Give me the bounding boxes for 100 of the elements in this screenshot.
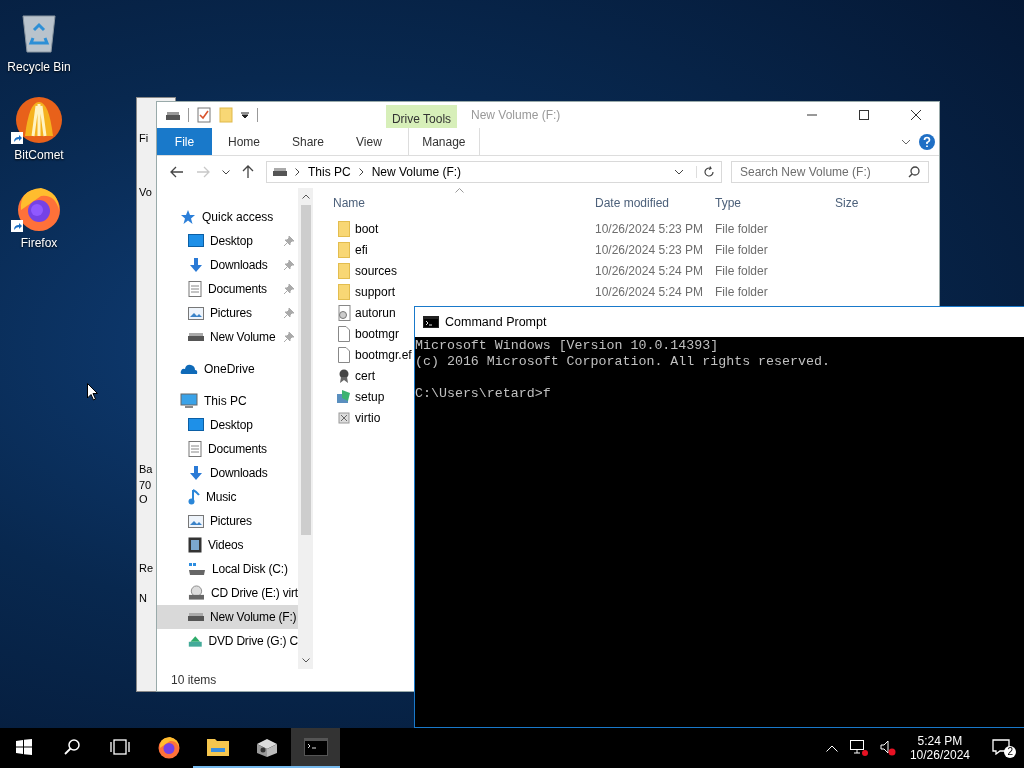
properties-icon[interactable]: [197, 107, 211, 123]
chevron-right-icon[interactable]: [295, 168, 300, 176]
scroll-down-icon[interactable]: [301, 658, 310, 663]
refresh-icon[interactable]: [696, 166, 715, 178]
chevron-down-icon[interactable]: [901, 138, 911, 145]
file-name[interactable]: sources: [355, 263, 398, 278]
drive-icon: [188, 613, 204, 621]
nav-item[interactable]: Desktop: [157, 229, 298, 253]
file-type: File folder: [715, 221, 768, 236]
clock-date[interactable]: 10/26/2024: [909, 748, 970, 762]
settings-file-icon: [337, 304, 351, 321]
address-bar[interactable]: This PC New Volume (F:): [266, 161, 722, 183]
picture-icon: [188, 514, 204, 528]
file-name[interactable]: support: [355, 284, 396, 299]
ribbon-tab[interactable]: Manage: [407, 128, 480, 155]
breadcrumb[interactable]: New Volume (F:): [371, 165, 462, 179]
nav-item[interactable]: Pictures: [157, 509, 298, 533]
context-tab-header: Drive Tools: [391, 112, 452, 126]
nav-item[interactable]: DVD Drive (G:) C: [157, 629, 298, 653]
chevron-down-icon[interactable]: [222, 169, 230, 175]
chevron-up-icon[interactable]: [825, 744, 838, 752]
ribbon-tab[interactable]: File: [157, 128, 212, 155]
monitor-icon: [180, 393, 198, 409]
column-header[interactable]: Type: [715, 196, 741, 210]
window-text: Fi: [139, 132, 149, 144]
folder-icon: [338, 220, 350, 237]
file-name[interactable]: setup: [355, 389, 385, 404]
notification-button[interactable]: 2: [978, 728, 1024, 768]
film-icon: [188, 537, 202, 553]
file-name[interactable]: boot: [355, 221, 379, 236]
down-arrow-icon: [188, 465, 204, 481]
file-date: 10/26/2024 5:24 PM: [595, 284, 704, 299]
folder-icon: [338, 262, 350, 279]
app-icon: [338, 411, 350, 424]
nav-item[interactable]: Local Disk (C:): [157, 557, 298, 581]
status-text: 10 items: [171, 673, 217, 687]
desktop-icon-label[interactable]: BitComet: [14, 148, 64, 162]
chevron-right-icon[interactable]: [358, 168, 364, 176]
file-name[interactable]: autorun: [355, 305, 396, 320]
nav-item[interactable]: CD Drive (E:) virt: [157, 581, 298, 605]
nav-item[interactable]: OneDrive: [157, 357, 298, 381]
nav-item[interactable]: Videos: [157, 533, 298, 557]
column-header[interactable]: Name: [333, 196, 365, 210]
back-arrow-icon[interactable]: [170, 166, 184, 178]
taskbar-app-button[interactable]: [291, 728, 340, 768]
column-header[interactable]: Size: [835, 196, 859, 210]
column-header[interactable]: Date modified: [595, 196, 670, 210]
star-icon: [180, 209, 196, 225]
window-title: Command Prompt: [445, 315, 547, 329]
nav-item[interactable]: Music: [157, 485, 298, 509]
message-icon: [992, 739, 1010, 755]
window-text: Ba: [139, 463, 153, 475]
file-name[interactable]: efi: [355, 242, 368, 257]
nav-item[interactable]: Downloads: [157, 253, 298, 277]
nav-item[interactable]: Documents: [157, 277, 298, 301]
file-name[interactable]: bootmgr: [355, 326, 400, 341]
muted-speaker-icon[interactable]: [879, 740, 896, 756]
up-arrow-icon[interactable]: [242, 165, 254, 179]
search-field[interactable]: Search New Volume (F:): [731, 161, 929, 183]
close-icon[interactable]: [911, 110, 921, 120]
breadcrumb[interactable]: This PC: [308, 165, 351, 179]
ribbon-tab[interactable]: View: [340, 128, 398, 155]
notification-count: 2: [1004, 746, 1016, 758]
help-icon[interactable]: [919, 133, 935, 150]
dropdown-icon[interactable]: [241, 110, 249, 120]
desktop-icon: [188, 418, 204, 432]
file-type: File folder: [715, 263, 768, 278]
nav-item[interactable]: New Volume (F:): [157, 605, 298, 629]
drive-icon: [166, 110, 180, 120]
mouse-cursor-icon: [87, 383, 98, 401]
ribbon-tab[interactable]: Share: [276, 128, 341, 155]
nav-item[interactable]: Desktop: [157, 413, 298, 437]
clock-time[interactable]: 5:24 PM: [917, 734, 963, 748]
network-icon[interactable]: [849, 740, 868, 756]
desktop-icon-label[interactable]: Firefox: [20, 236, 58, 250]
nav-item[interactable]: This PC: [157, 389, 298, 413]
console-icon: [303, 738, 328, 756]
nav-item[interactable]: Downloads: [157, 461, 298, 485]
nav-item[interactable]: Pictures: [157, 301, 298, 325]
file-name[interactable]: cert: [355, 368, 375, 383]
windows-logo-icon: [16, 739, 32, 755]
maximize-icon[interactable]: [859, 110, 869, 120]
window-text: Vo: [139, 186, 152, 198]
window-text: O: [139, 493, 148, 505]
nav-item[interactable]: Documents: [157, 437, 298, 461]
document-icon: [188, 441, 202, 457]
music-note-icon: [188, 489, 200, 505]
desktop-icon-label[interactable]: Recycle Bin: [7, 60, 71, 74]
nav-item[interactable]: Quick access: [157, 205, 298, 229]
file-name[interactable]: bootmgr.ef: [355, 347, 412, 362]
document-icon: [188, 281, 202, 297]
scroll-up-icon[interactable]: [301, 194, 310, 199]
ribbon-tab[interactable]: Home: [212, 128, 276, 155]
nav-item[interactable]: New Volume: [157, 325, 298, 349]
scrollbar[interactable]: [298, 188, 313, 669]
file-date: 10/26/2024 5:23 PM: [595, 221, 704, 236]
chevron-down-icon[interactable]: [674, 169, 684, 175]
app-logo-icon[interactable]: [15, 96, 63, 144]
file-name[interactable]: virtio: [355, 410, 381, 425]
folder-icon: [338, 241, 350, 258]
